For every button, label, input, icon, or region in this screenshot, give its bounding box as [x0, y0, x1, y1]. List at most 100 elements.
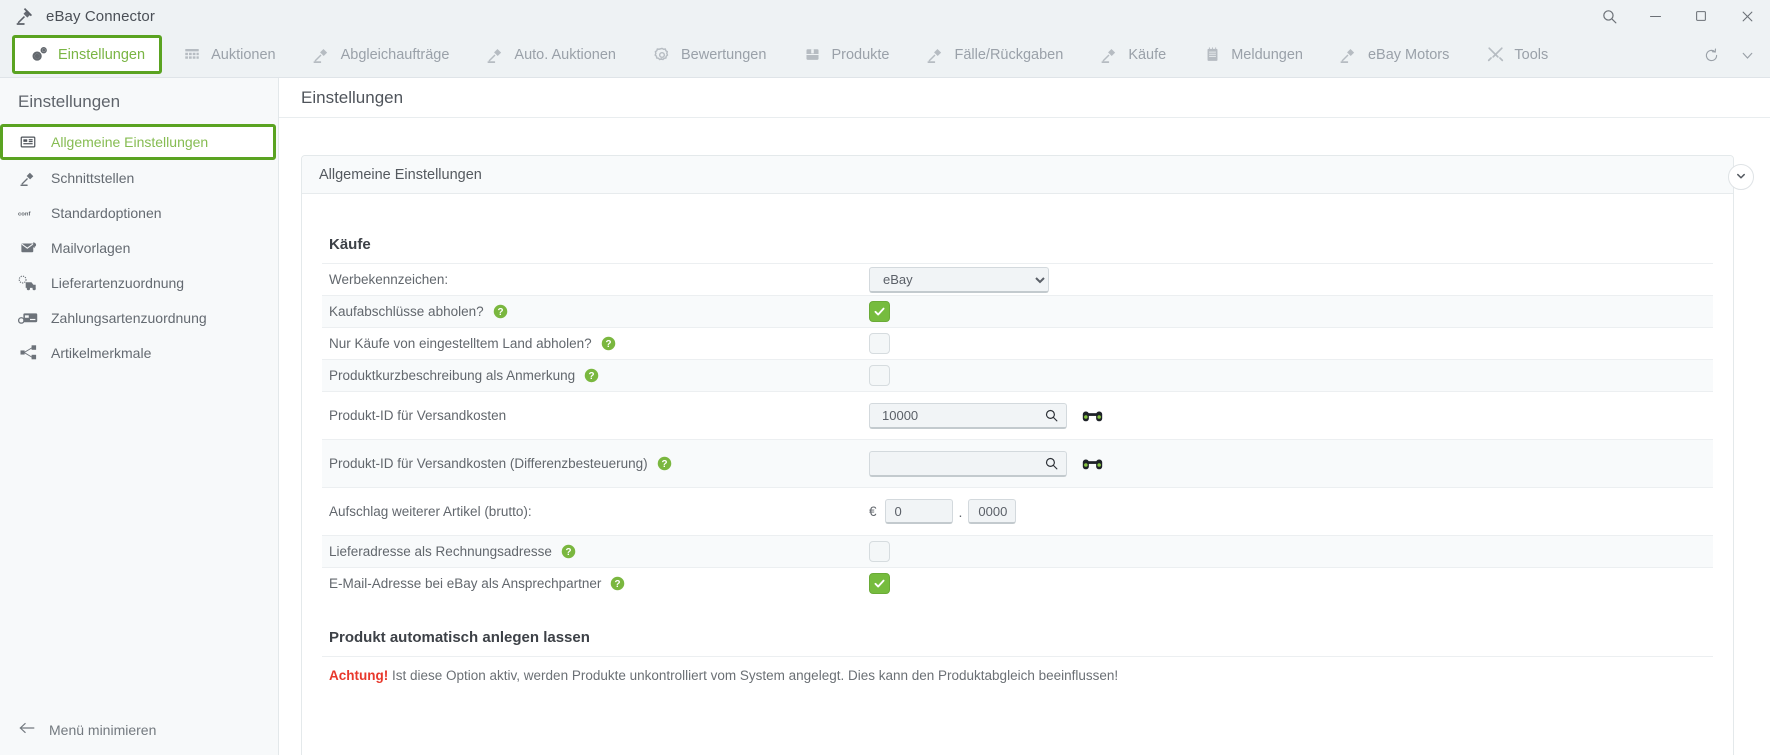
- form-icon: [18, 132, 38, 152]
- field-label: Produktkurzbeschreibung als Anmerkung: [329, 368, 576, 383]
- field-label: E-Mail-Adresse bei eBay als Ansprechpart…: [329, 576, 602, 591]
- tab-label: Einstellungen: [58, 46, 146, 63]
- binoculars-icon[interactable]: [1081, 407, 1103, 425]
- currency-symbol: €: [869, 504, 877, 519]
- window-title: eBay Connector: [46, 7, 155, 25]
- maximize-icon[interactable]: [1678, 0, 1724, 32]
- section-title-kaeufe: Käufe: [329, 236, 371, 253]
- main-tabbar: Einstellungen Auktionen Abgleichaufträge: [0, 32, 1770, 78]
- sidebar-item-label: Allgemeine Einstellungen: [51, 134, 209, 150]
- tab-tools[interactable]: Tools: [1467, 32, 1566, 77]
- form-row-produkt-id-versandkosten: Produkt-ID für Versandkosten: [322, 391, 1713, 439]
- main-content: Einstellungen Allgemeine Einstellungen K…: [279, 78, 1770, 755]
- field-label: Produkt-ID für Versandkosten (Differenzb…: [329, 456, 648, 471]
- settings-panel: Allgemeine Einstellungen Käufe Werbekenn…: [301, 155, 1734, 755]
- binoculars-icon[interactable]: [1081, 455, 1103, 473]
- produkt-id-versandkosten-diff-field[interactable]: [869, 450, 1067, 477]
- tab-produkte[interactable]: Produkte: [784, 32, 907, 77]
- lieferadresse-rechnungsadresse-checkbox[interactable]: [869, 541, 890, 562]
- tab-einstellungen[interactable]: Einstellungen: [12, 35, 163, 74]
- svg-text:?: ?: [497, 307, 503, 318]
- form-row-lieferadresse-als-rechnungsadresse: Lieferadresse als Rechnungsadresse ?: [322, 535, 1713, 567]
- refresh-icon[interactable]: [1694, 38, 1728, 72]
- panel-scroll-area: Allgemeine Einstellungen Käufe Werbekenn…: [279, 155, 1770, 755]
- tab-label: Bewertungen: [680, 46, 767, 63]
- tab-bewertungen[interactable]: Bewertungen: [634, 32, 784, 77]
- warning-message: Achtung! Ist diese Option aktiv, werden …: [322, 656, 1713, 694]
- tab-faelle-rueckgaben[interactable]: Fälle/Rückgaben: [907, 32, 1081, 77]
- tab-auktionen[interactable]: Auktionen: [164, 32, 294, 77]
- tab-auto-auktionen[interactable]: Auto. Auktionen: [467, 32, 634, 77]
- aufschlag-money-group: € .: [869, 499, 1017, 524]
- help-icon[interactable]: ?: [601, 336, 616, 351]
- sidebar-item-label: Zahlungsartenzuordnung: [51, 309, 207, 326]
- field-label: Lieferadresse als Rechnungsadresse: [329, 544, 552, 559]
- produkt-id-versandkosten-input[interactable]: [880, 406, 1042, 424]
- form-row-werbekennzeichen: Werbekennzeichen: eBay: [322, 263, 1713, 295]
- produkt-id-versandkosten-field[interactable]: [869, 402, 1067, 429]
- kaufabschluesse-abholen-checkbox[interactable]: [869, 301, 890, 322]
- werbekennzeichen-select[interactable]: eBay: [869, 266, 1049, 293]
- chevron-down-icon[interactable]: [1730, 38, 1764, 72]
- menu-minimize-button[interactable]: Menü minimieren: [0, 720, 278, 755]
- gavel-icon: [18, 168, 38, 188]
- tab-kaeufe[interactable]: Käufe: [1081, 32, 1184, 77]
- help-icon[interactable]: ?: [610, 576, 625, 591]
- tab-label: Meldungen: [1231, 46, 1303, 63]
- produkt-id-versandkosten-diff-input[interactable]: [880, 454, 1042, 472]
- field-label: Aufschlag weiterer Artikel (brutto):: [329, 504, 532, 519]
- form-row-produkt-id-versandkosten-diff: Produkt-ID für Versandkosten (Differenzb…: [322, 439, 1713, 487]
- tab-ebay-motors[interactable]: eBay Motors: [1321, 32, 1467, 77]
- sidebar-item-label: Lieferartenzuordnung: [51, 274, 185, 291]
- nur-kaeufe-land-checkbox[interactable]: [869, 333, 890, 354]
- sidebar-item-lieferartenzuordnung[interactable]: Lieferartenzuordnung: [0, 265, 278, 300]
- svg-text:?: ?: [565, 547, 571, 558]
- gavel-icon: [1339, 45, 1359, 65]
- aufschlag-fraction-input[interactable]: [968, 499, 1017, 524]
- sidebar-item-mailvorlagen[interactable]: Mailvorlagen: [0, 230, 278, 265]
- email-ansprechpartner-checkbox[interactable]: [869, 573, 890, 594]
- sidebar-item-schnittstellen[interactable]: Schnittstellen: [0, 160, 278, 195]
- sidebar: Einstellungen Allgemeine Einstellungen S…: [0, 78, 279, 755]
- svg-text:conf: conf: [18, 211, 30, 217]
- sidebar-item-standardoptionen[interactable]: conf Standardoptionen: [0, 195, 278, 230]
- help-icon[interactable]: ?: [493, 304, 508, 319]
- svg-text:?: ?: [589, 371, 595, 382]
- sidebar-item-allgemeine-einstellungen[interactable]: Allgemeine Einstellungen: [0, 124, 276, 160]
- produktkurzbeschreibung-checkbox[interactable]: [869, 365, 890, 386]
- field-label: Nur Käufe von eingestelltem Land abholen…: [329, 336, 592, 351]
- gears-icon: [29, 45, 49, 65]
- warning-prefix: Achtung!: [329, 668, 389, 683]
- creditcard-icon: [18, 308, 38, 328]
- close-icon[interactable]: [1724, 0, 1770, 32]
- panel-collapse-toggle[interactable]: [1728, 164, 1754, 190]
- tab-label: Tools: [1514, 46, 1549, 63]
- form-row-produktkurzbeschreibung: Produktkurzbeschreibung als Anmerkung ?: [322, 359, 1713, 391]
- search-icon[interactable]: [1042, 406, 1060, 424]
- tab-label: Auto. Auktionen: [514, 46, 616, 63]
- minimize-icon[interactable]: [1632, 0, 1678, 32]
- box-icon: [802, 45, 822, 65]
- arrow-left-icon: [18, 720, 37, 739]
- tab-label: Fälle/Rückgaben: [954, 46, 1064, 63]
- sidebar-item-artikelmerkmale[interactable]: Artikelmerkmale: [0, 335, 278, 370]
- tab-label: Käufe: [1128, 46, 1167, 63]
- search-icon[interactable]: [1042, 454, 1060, 472]
- tools-icon: [1485, 45, 1505, 65]
- form-row-email-ansprechpartner: E-Mail-Adresse bei eBay als Ansprechpart…: [322, 567, 1713, 599]
- help-icon[interactable]: ?: [584, 368, 599, 383]
- sidebar-item-zahlungsartenzuordnung[interactable]: Zahlungsartenzuordnung: [0, 300, 278, 335]
- svg-text:?: ?: [605, 339, 611, 350]
- svg-text:?: ?: [661, 459, 667, 470]
- tab-abgleichauftraege[interactable]: Abgleichaufträge: [294, 32, 468, 77]
- aufschlag-whole-input[interactable]: [884, 499, 953, 524]
- gavel-icon: [1099, 45, 1119, 65]
- sidebar-item-label: Mailvorlagen: [51, 239, 131, 256]
- help-icon[interactable]: ?: [657, 456, 672, 471]
- window-controls: [1586, 0, 1770, 32]
- tab-meldungen[interactable]: Meldungen: [1184, 32, 1321, 77]
- form-row-nur-kaeufe-land: Nur Käufe von eingestelltem Land abholen…: [322, 327, 1713, 359]
- help-icon[interactable]: ?: [561, 544, 576, 559]
- menu-minimize-label: Menü minimieren: [49, 721, 157, 738]
- search-icon[interactable]: [1586, 0, 1632, 32]
